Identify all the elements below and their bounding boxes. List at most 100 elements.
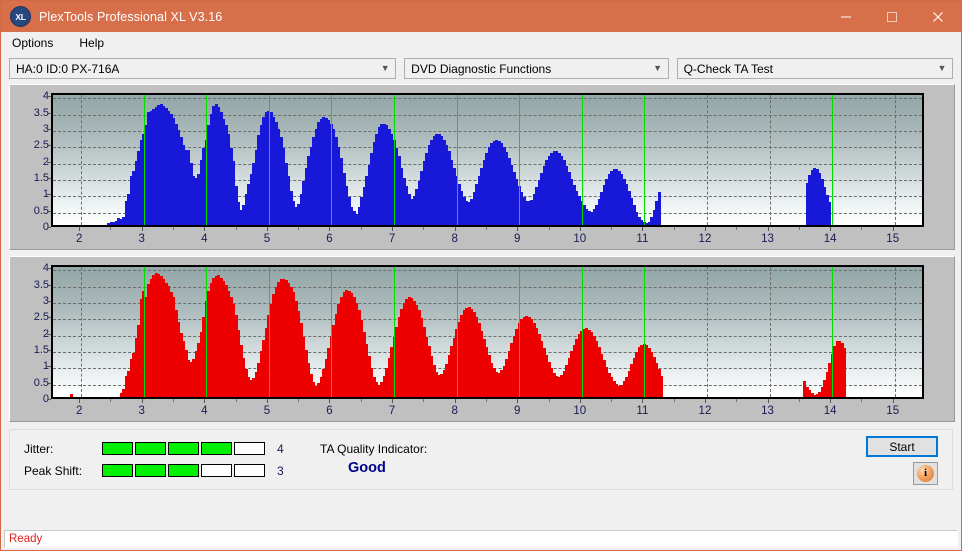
grid-line-horizontal	[53, 286, 922, 288]
plot-area	[51, 265, 924, 399]
x-axis-minor-tick	[485, 227, 487, 230]
grid-line-vertical	[769, 267, 771, 397]
x-axis-minor-tick	[235, 227, 237, 230]
grid-line-horizontal	[53, 98, 922, 100]
x-axis-tick	[517, 399, 519, 403]
x-axis-tick	[642, 399, 644, 403]
x-axis-minor-tick	[110, 399, 112, 402]
x-axis-tick-label: 8	[451, 233, 458, 245]
meter-segment	[234, 442, 265, 455]
close-icon[interactable]	[915, 1, 961, 32]
status-field: Ready	[4, 530, 958, 548]
grid-line-horizontal	[53, 114, 922, 116]
function-group-select[interactable]: DVD Diagnostic Functions ▼	[404, 58, 669, 79]
marker-line	[143, 267, 145, 397]
meter-segment	[201, 442, 232, 455]
x-axis-minor-tick	[673, 227, 675, 230]
x-axis-tick-label: 5	[263, 233, 271, 245]
maximize-icon[interactable]	[869, 1, 915, 32]
x-axis-tick	[767, 399, 769, 403]
x-axis-minor-tick	[423, 227, 425, 230]
x-axis-tick	[392, 227, 394, 231]
meter-segment	[102, 464, 133, 477]
ta-quality-value: Good	[348, 460, 386, 476]
x-axis: 2 3 4 5 6 7 8 9 10 11 12 13 14 15	[10, 227, 954, 249]
x-axis-tick	[830, 227, 832, 231]
ta-test-chart-land: 0 0.5 1 1.5 2 2.5 3 3.5 4 2 3 4 5 6 7 8 9 10 11 12 13 14 15	[9, 256, 955, 422]
minimize-icon[interactable]	[823, 1, 869, 32]
ta-quality-label: TA Quality Indicator:	[320, 442, 428, 456]
marker-line	[394, 95, 396, 225]
meter-segment	[102, 442, 133, 455]
x-axis-tick-label: 3	[138, 233, 145, 245]
marker-line	[644, 267, 646, 397]
x-axis-tick-label: 12	[698, 405, 712, 417]
menu-item-options[interactable]: Options	[9, 35, 56, 51]
x-axis-minor-tick	[861, 399, 863, 402]
marker-line	[206, 267, 208, 397]
x-axis-tick-label: 2	[75, 233, 83, 245]
x-axis-tick-label: 12	[698, 233, 712, 245]
x-axis-minor-tick	[611, 227, 613, 230]
x-axis-tick	[266, 399, 268, 403]
x-axis-tick-label: 9	[514, 233, 521, 245]
x-axis-tick	[579, 227, 581, 231]
x-axis-tick-label: 4	[201, 233, 208, 245]
marker-line	[519, 95, 521, 225]
x-axis-tick	[704, 399, 706, 403]
grid-line-horizontal	[53, 130, 922, 132]
x-axis-minor-tick	[235, 399, 237, 402]
marker-line	[268, 267, 270, 397]
x-axis-tick-label: 14	[823, 233, 837, 245]
chart-bar	[69, 393, 73, 397]
menu-item-help[interactable]: Help	[76, 35, 107, 51]
x-axis-tick-label: 10	[573, 405, 587, 417]
marker-line	[394, 267, 396, 397]
x-axis-minor-tick	[298, 399, 300, 402]
marker-line	[331, 95, 333, 225]
window-title: PlexTools Professional XL V3.16	[39, 9, 223, 24]
x-axis-minor-tick	[173, 227, 175, 230]
chevron-down-icon: ▼	[653, 63, 663, 73]
x-axis-minor-tick	[673, 399, 675, 402]
x-axis-tick	[704, 227, 706, 231]
start-button[interactable]: Start	[866, 436, 938, 457]
marker-line	[581, 95, 583, 225]
x-axis-tick	[204, 227, 206, 231]
marker-line	[456, 95, 458, 225]
test-select-value: Q-Check TA Test	[683, 61, 773, 76]
grid-line-vertical	[894, 267, 896, 397]
y-axis: 0 0.5 1 1.5 2 2.5 3 3.5 4	[10, 257, 53, 421]
marker-line	[143, 95, 145, 225]
ta-test-chart-pit: 0 0.5 1 1.5 2 2.5 3 3.5 4 2 3 4 5 6 7 8 9 10 11 12 13 14 15	[9, 84, 955, 250]
chevron-down-icon: ▼	[380, 63, 390, 73]
x-axis-minor-tick	[173, 399, 175, 402]
grid-line-vertical	[706, 95, 708, 225]
info-button[interactable]: i	[913, 462, 938, 485]
x-axis-tick	[79, 227, 81, 231]
results-panel: Jitter: 4 Peak Shift: 3 TA Quality Indic…	[9, 429, 953, 490]
x-axis-tick-label: 5	[263, 405, 271, 417]
marker-line	[832, 95, 834, 225]
x-axis-minor-tick	[360, 399, 362, 402]
x-axis-tick-label: 13	[761, 405, 774, 417]
x-axis-tick-label: 3	[138, 405, 145, 417]
x-axis-tick-label: 14	[823, 405, 837, 417]
x-axis-tick	[892, 227, 894, 231]
test-select[interactable]: Q-Check TA Test ▼	[676, 58, 953, 79]
x-axis-tick-label: 2	[75, 405, 83, 417]
x-axis-tick-label: 10	[573, 233, 587, 245]
x-axis-minor-tick	[298, 227, 300, 230]
x-axis-minor-tick	[360, 227, 362, 230]
grid-line-horizontal	[53, 335, 922, 337]
x-axis-tick	[517, 227, 519, 231]
x-axis-tick-label: 11	[636, 233, 649, 245]
menu-bar: Options Help	[1, 32, 961, 54]
x-axis-tick	[141, 399, 143, 403]
drive-select[interactable]: HA:0 ID:0 PX-716A ▼	[9, 58, 397, 79]
x-axis-minor-tick	[736, 399, 738, 402]
x-axis-minor-tick	[110, 227, 112, 230]
x-axis-tick	[454, 399, 456, 403]
title-bar: XL PlexTools Professional XL V3.16	[1, 1, 961, 32]
x-axis-tick	[79, 399, 81, 403]
